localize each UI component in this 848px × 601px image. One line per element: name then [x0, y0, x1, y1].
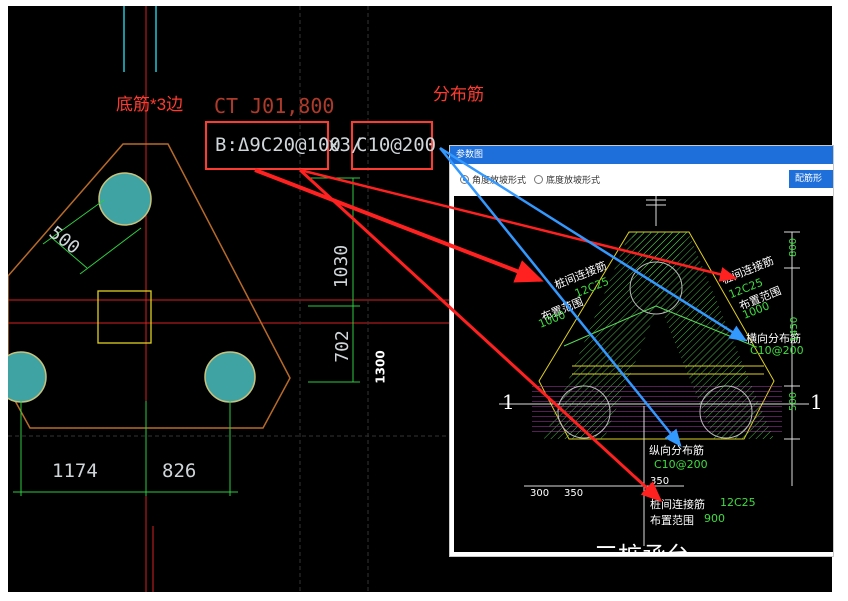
- dim-1300: 1300: [373, 350, 388, 384]
- radio-angle-slope-label: 角度放坡形式: [472, 176, 527, 186]
- rebar-spec-bottom: B:Δ9C20@100: [215, 134, 341, 156]
- radio-unselected-icon: [534, 175, 543, 184]
- radio-selected-icon: [460, 175, 469, 184]
- cap-label: CT J01,800: [214, 94, 335, 118]
- dialog-toolbar: 角度放坡形式 底度放坡形式 配筋形: [450, 164, 833, 194]
- section-mark-right: 1: [810, 390, 823, 414]
- section-mark-left: 1: [502, 390, 515, 414]
- dim-1174: 1174: [52, 460, 98, 482]
- annotation-bottom-rebar: 底筋*3边: [116, 95, 184, 114]
- dim-350-b: 350: [650, 476, 670, 487]
- rebar-spec-distribution: C10@200: [356, 134, 437, 156]
- dialog-title: 参数图: [450, 146, 833, 164]
- radio-bottom-slope[interactable]: 底度放坡形式: [534, 173, 600, 186]
- radio-angle-slope[interactable]: 角度放坡形式: [460, 173, 526, 186]
- dim-500-dialog: 500: [788, 391, 800, 412]
- dim-1030: 1030: [331, 244, 353, 289]
- three-pile-cap-diagram: [499, 196, 809, 546]
- reinforcement-button[interactable]: 配筋形: [789, 170, 833, 188]
- diagram-title: 三桩承台: [594, 536, 690, 552]
- pile-connect-label-3: 桩间连接筋: [650, 498, 705, 511]
- longitudinal-rebar-spec: C10@200: [654, 458, 708, 471]
- dim-826: 826: [162, 460, 197, 482]
- transverse-rebar-spec: C10@200: [750, 344, 804, 357]
- pile-connect-spec-3: 12C25: [720, 496, 756, 509]
- dim-300: 300: [530, 488, 550, 499]
- dim-702: 702: [331, 330, 353, 363]
- dim-1450: 1450: [789, 316, 801, 343]
- range-value-3: 900: [704, 512, 725, 525]
- parameter-dialog: 参数图 角度放坡形式 底度放坡形式 配筋形 桩间连接筋 12C25 布置范围 1…: [449, 145, 834, 557]
- annotation-distribution-rebar: 分布筋: [433, 85, 484, 104]
- dim-350-a: 350: [564, 488, 584, 499]
- range-label-3: 布置范围: [650, 514, 694, 527]
- dialog-drawing: 桩间连接筋 12C25 布置范围 1000 桩间连接筋 12C25 布置范围 1…: [454, 196, 833, 552]
- radio-bottom-slope-label: 底度放坡形式: [546, 176, 601, 186]
- dim-800: 800: [788, 237, 800, 258]
- longitudinal-rebar-label: 纵向分布筋: [649, 444, 704, 457]
